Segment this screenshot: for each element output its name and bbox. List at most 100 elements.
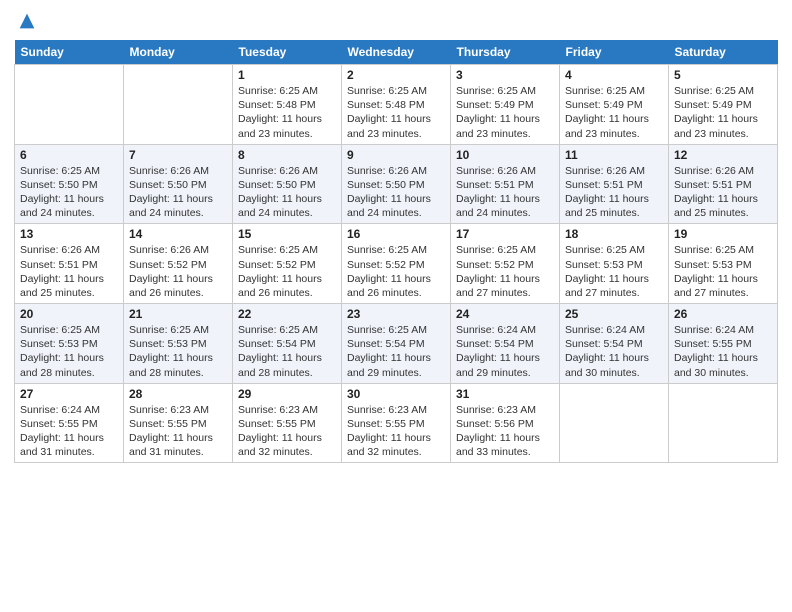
- day-number: 10: [456, 148, 554, 162]
- day-info: Sunrise: 6:26 AMSunset: 5:52 PMDaylight:…: [129, 243, 227, 300]
- day-number: 24: [456, 307, 554, 321]
- calendar-cell: 1 Sunrise: 6:25 AMSunset: 5:48 PMDaylight…: [233, 65, 342, 145]
- day-info: Sunrise: 6:24 AMSunset: 5:55 PMDaylight:…: [20, 403, 118, 460]
- calendar-header-sunday: Sunday: [15, 40, 124, 65]
- day-info: Sunrise: 6:25 AMSunset: 5:49 PMDaylight:…: [456, 84, 554, 141]
- calendar-cell: 3 Sunrise: 6:25 AMSunset: 5:49 PMDaylight…: [451, 65, 560, 145]
- calendar-cell: 7 Sunrise: 6:26 AMSunset: 5:50 PMDaylight…: [124, 144, 233, 224]
- calendar-header-friday: Friday: [560, 40, 669, 65]
- day-info: Sunrise: 6:24 AMSunset: 5:54 PMDaylight:…: [456, 323, 554, 380]
- calendar-cell: 9 Sunrise: 6:26 AMSunset: 5:50 PMDaylight…: [342, 144, 451, 224]
- page-container: SundayMondayTuesdayWednesdayThursdayFrid…: [0, 0, 792, 473]
- calendar-week-row: 27Sunrise: 6:24 AMSunset: 5:55 PMDayligh…: [15, 383, 778, 463]
- day-info: Sunrise: 6:24 AMSunset: 5:54 PMDaylight:…: [565, 323, 663, 380]
- day-info: Sunrise: 6:23 AMSunset: 5:55 PMDaylight:…: [238, 403, 336, 460]
- day-info: Sunrise: 6:25 AMSunset: 5:53 PMDaylight:…: [129, 323, 227, 380]
- day-info: Sunrise: 6:25 AMSunset: 5:48 PMDaylight:…: [238, 84, 336, 141]
- day-info: Sunrise: 6:23 AMSunset: 5:55 PMDaylight:…: [347, 403, 445, 460]
- calendar-cell: 23Sunrise: 6:25 AMSunset: 5:54 PMDayligh…: [342, 304, 451, 384]
- day-info: Sunrise: 6:23 AMSunset: 5:55 PMDaylight:…: [129, 403, 227, 460]
- day-info: Sunrise: 6:25 AMSunset: 5:52 PMDaylight:…: [347, 243, 445, 300]
- calendar-cell: [15, 65, 124, 145]
- day-info: Sunrise: 6:24 AMSunset: 5:55 PMDaylight:…: [674, 323, 772, 380]
- day-number: 29: [238, 387, 336, 401]
- day-info: Sunrise: 6:25 AMSunset: 5:53 PMDaylight:…: [20, 323, 118, 380]
- calendar-header-tuesday: Tuesday: [233, 40, 342, 65]
- day-number: 13: [20, 227, 118, 241]
- page-header: [14, 10, 778, 32]
- calendar-header-wednesday: Wednesday: [342, 40, 451, 65]
- day-info: Sunrise: 6:25 AMSunset: 5:50 PMDaylight:…: [20, 164, 118, 221]
- calendar-cell: 16Sunrise: 6:25 AMSunset: 5:52 PMDayligh…: [342, 224, 451, 304]
- calendar-week-row: 13 Sunrise: 6:26 AMSunset: 5:51 PMDayligh…: [15, 224, 778, 304]
- day-info: Sunrise: 6:25 AMSunset: 5:52 PMDaylight:…: [238, 243, 336, 300]
- calendar-cell: 31Sunrise: 6:23 AMSunset: 5:56 PMDayligh…: [451, 383, 560, 463]
- day-info: Sunrise: 6:25 AMSunset: 5:49 PMDaylight:…: [565, 84, 663, 141]
- calendar-header-row: SundayMondayTuesdayWednesdayThursdayFrid…: [15, 40, 778, 65]
- day-number: 30: [347, 387, 445, 401]
- calendar-cell: 24 Sunrise: 6:24 AMSunset: 5:54 PMDayligh…: [451, 304, 560, 384]
- calendar-cell: 25 Sunrise: 6:24 AMSunset: 5:54 PMDayligh…: [560, 304, 669, 384]
- calendar-week-row: 20 Sunrise: 6:25 AMSunset: 5:53 PMDayligh…: [15, 304, 778, 384]
- calendar-cell: [560, 383, 669, 463]
- day-number: 1: [238, 68, 336, 82]
- calendar-cell: [124, 65, 233, 145]
- calendar-cell: 19 Sunrise: 6:25 AMSunset: 5:53 PMDayligh…: [669, 224, 778, 304]
- day-info: Sunrise: 6:26 AMSunset: 5:51 PMDaylight:…: [565, 164, 663, 221]
- day-info: Sunrise: 6:25 AMSunset: 5:52 PMDaylight:…: [456, 243, 554, 300]
- calendar-cell: [669, 383, 778, 463]
- day-number: 18: [565, 227, 663, 241]
- calendar-cell: 11 Sunrise: 6:26 AMSunset: 5:51 PMDayligh…: [560, 144, 669, 224]
- calendar-cell: 21 Sunrise: 6:25 AMSunset: 5:53 PMDayligh…: [124, 304, 233, 384]
- day-number: 20: [20, 307, 118, 321]
- calendar-cell: 14Sunrise: 6:26 AMSunset: 5:52 PMDayligh…: [124, 224, 233, 304]
- day-number: 5: [674, 68, 772, 82]
- day-number: 21: [129, 307, 227, 321]
- day-number: 7: [129, 148, 227, 162]
- calendar-cell: 28 Sunrise: 6:23 AMSunset: 5:55 PMDayligh…: [124, 383, 233, 463]
- day-number: 12: [674, 148, 772, 162]
- day-number: 2: [347, 68, 445, 82]
- day-number: 8: [238, 148, 336, 162]
- calendar-cell: 5Sunrise: 6:25 AMSunset: 5:49 PMDaylight…: [669, 65, 778, 145]
- day-number: 19: [674, 227, 772, 241]
- day-info: Sunrise: 6:23 AMSunset: 5:56 PMDaylight:…: [456, 403, 554, 460]
- logo: [14, 10, 38, 32]
- calendar-cell: 15 Sunrise: 6:25 AMSunset: 5:52 PMDayligh…: [233, 224, 342, 304]
- calendar-cell: 8Sunrise: 6:26 AMSunset: 5:50 PMDaylight…: [233, 144, 342, 224]
- day-number: 25: [565, 307, 663, 321]
- calendar-header-thursday: Thursday: [451, 40, 560, 65]
- day-info: Sunrise: 6:26 AMSunset: 5:51 PMDaylight:…: [20, 243, 118, 300]
- calendar-header-saturday: Saturday: [669, 40, 778, 65]
- day-info: Sunrise: 6:25 AMSunset: 5:54 PMDaylight:…: [347, 323, 445, 380]
- day-number: 26: [674, 307, 772, 321]
- day-number: 6: [20, 148, 118, 162]
- calendar-cell: 12 Sunrise: 6:26 AMSunset: 5:51 PMDayligh…: [669, 144, 778, 224]
- day-info: Sunrise: 6:25 AMSunset: 5:48 PMDaylight:…: [347, 84, 445, 141]
- day-info: Sunrise: 6:25 AMSunset: 5:53 PMDaylight:…: [565, 243, 663, 300]
- day-info: Sunrise: 6:26 AMSunset: 5:50 PMDaylight:…: [129, 164, 227, 221]
- logo-icon: [16, 10, 38, 32]
- day-number: 28: [129, 387, 227, 401]
- calendar-cell: 13 Sunrise: 6:26 AMSunset: 5:51 PMDayligh…: [15, 224, 124, 304]
- day-number: 11: [565, 148, 663, 162]
- day-number: 9: [347, 148, 445, 162]
- calendar-week-row: 6 Sunrise: 6:25 AMSunset: 5:50 PMDaylight…: [15, 144, 778, 224]
- calendar-cell: 26 Sunrise: 6:24 AMSunset: 5:55 PMDayligh…: [669, 304, 778, 384]
- day-info: Sunrise: 6:25 AMSunset: 5:54 PMDaylight:…: [238, 323, 336, 380]
- calendar-cell: 4Sunrise: 6:25 AMSunset: 5:49 PMDaylight…: [560, 65, 669, 145]
- day-info: Sunrise: 6:25 AMSunset: 5:53 PMDaylight:…: [674, 243, 772, 300]
- calendar-header-monday: Monday: [124, 40, 233, 65]
- day-number: 17: [456, 227, 554, 241]
- day-number: 15: [238, 227, 336, 241]
- day-number: 3: [456, 68, 554, 82]
- day-number: 22: [238, 307, 336, 321]
- calendar-cell: 20 Sunrise: 6:25 AMSunset: 5:53 PMDayligh…: [15, 304, 124, 384]
- day-info: Sunrise: 6:26 AMSunset: 5:51 PMDaylight:…: [456, 164, 554, 221]
- day-info: Sunrise: 6:26 AMSunset: 5:51 PMDaylight:…: [674, 164, 772, 221]
- calendar-table: SundayMondayTuesdayWednesdayThursdayFrid…: [14, 40, 778, 463]
- calendar-cell: 6 Sunrise: 6:25 AMSunset: 5:50 PMDaylight…: [15, 144, 124, 224]
- day-info: Sunrise: 6:26 AMSunset: 5:50 PMDaylight:…: [347, 164, 445, 221]
- calendar-week-row: 1 Sunrise: 6:25 AMSunset: 5:48 PMDaylight…: [15, 65, 778, 145]
- calendar-cell: 29 Sunrise: 6:23 AMSunset: 5:55 PMDayligh…: [233, 383, 342, 463]
